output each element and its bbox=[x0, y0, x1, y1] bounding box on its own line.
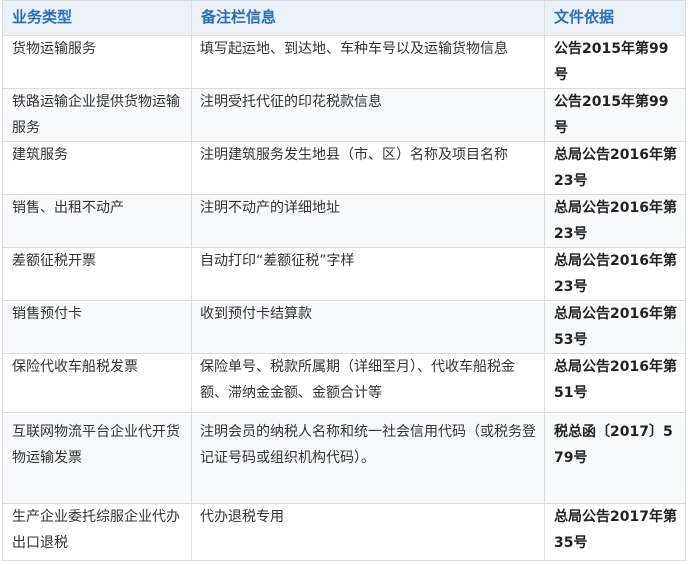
cell-remarks: 填写起运地、到达地、车种车号以及运输货物信息 bbox=[191, 35, 545, 89]
cell-business-type: 销售、出租不动产 bbox=[2, 194, 192, 248]
table-row: 建筑服务 注明建筑服务发生地县（市、区）名称及项目名称 总局公告2016年第23… bbox=[2, 141, 686, 195]
cell-business-type: 生产企业委托综服企业代办出口退税 bbox=[2, 503, 192, 561]
cell-document-basis: 总局公告2016年第23号 bbox=[544, 141, 686, 195]
table-header-row: 业务类型 备注栏信息 文件依据 bbox=[2, 0, 686, 36]
cell-document-basis: 税总函〔2017〕579号 bbox=[544, 412, 686, 504]
header-remarks-info: 备注栏信息 bbox=[191, 0, 545, 36]
cell-remarks: 代办退税专用 bbox=[191, 503, 545, 561]
cell-business-type: 互联网物流平台企业代开货物运输发票 bbox=[2, 412, 192, 504]
cell-business-type: 保险代收车船税发票 bbox=[2, 353, 192, 413]
table-row: 销售、出租不动产 注明不动产的详细地址 总局公告2016年第23号 bbox=[2, 194, 686, 248]
table-row: 保险代收车船税发票 保险单号、税款所属期（详细至月）、代收车船税金额、滞纳金金额… bbox=[2, 353, 686, 413]
table-row: 生产企业委托综服企业代办出口退税 代办退税专用 总局公告2017年第35号 bbox=[2, 503, 686, 561]
cell-remarks: 注明不动产的详细地址 bbox=[191, 194, 545, 248]
cell-remarks: 注明会员的纳税人名称和统一社会信用代码（或税务登记证号码或组织机构代码）。 bbox=[191, 412, 545, 504]
cell-remarks: 保险单号、税款所属期（详细至月）、代收车船税金额、滞纳金金额、金额合计等 bbox=[191, 353, 545, 413]
cell-business-type: 销售预付卡 bbox=[2, 300, 192, 354]
cell-business-type: 货物运输服务 bbox=[2, 35, 192, 89]
cell-document-basis: 总局公告2016年第23号 bbox=[544, 194, 686, 248]
cell-document-basis: 公告2015年第99号 bbox=[544, 35, 686, 89]
cell-remarks: 注明受托代征的印花税款信息 bbox=[191, 88, 545, 142]
invoice-remarks-table: 业务类型 备注栏信息 文件依据 货物运输服务 填写起运地、到达地、车种车号以及运… bbox=[2, 0, 686, 561]
cell-remarks: 注明建筑服务发生地县（市、区）名称及项目名称 bbox=[191, 141, 545, 195]
table-row: 差额征税开票 自动打印“差额征税”字样 总局公告2016年第23号 bbox=[2, 247, 686, 301]
cell-business-type: 建筑服务 bbox=[2, 141, 192, 195]
cell-document-basis: 总局公告2017年第35号 bbox=[544, 503, 686, 561]
cell-business-type: 铁路运输企业提供货物运输服务 bbox=[2, 88, 192, 142]
cell-document-basis: 总局公告2016年第23号 bbox=[544, 247, 686, 301]
header-business-type: 业务类型 bbox=[2, 0, 192, 36]
table-row: 货物运输服务 填写起运地、到达地、车种车号以及运输货物信息 公告2015年第99… bbox=[2, 35, 686, 89]
table-row: 互联网物流平台企业代开货物运输发票 注明会员的纳税人名称和统一社会信用代码（或税… bbox=[2, 412, 686, 504]
cell-remarks: 自动打印“差额征税”字样 bbox=[191, 247, 545, 301]
table-row: 销售预付卡 收到预付卡结算款 总局公告2016年第53号 bbox=[2, 300, 686, 354]
cell-document-basis: 总局公告2016年第51号 bbox=[544, 353, 686, 413]
cell-document-basis: 公告2015年第99号 bbox=[544, 88, 686, 142]
cell-remarks: 收到预付卡结算款 bbox=[191, 300, 545, 354]
header-document-basis: 文件依据 bbox=[544, 0, 686, 36]
cell-business-type: 差额征税开票 bbox=[2, 247, 192, 301]
cell-document-basis: 总局公告2016年第53号 bbox=[544, 300, 686, 354]
table-row: 铁路运输企业提供货物运输服务 注明受托代征的印花税款信息 公告2015年第99号 bbox=[2, 88, 686, 142]
